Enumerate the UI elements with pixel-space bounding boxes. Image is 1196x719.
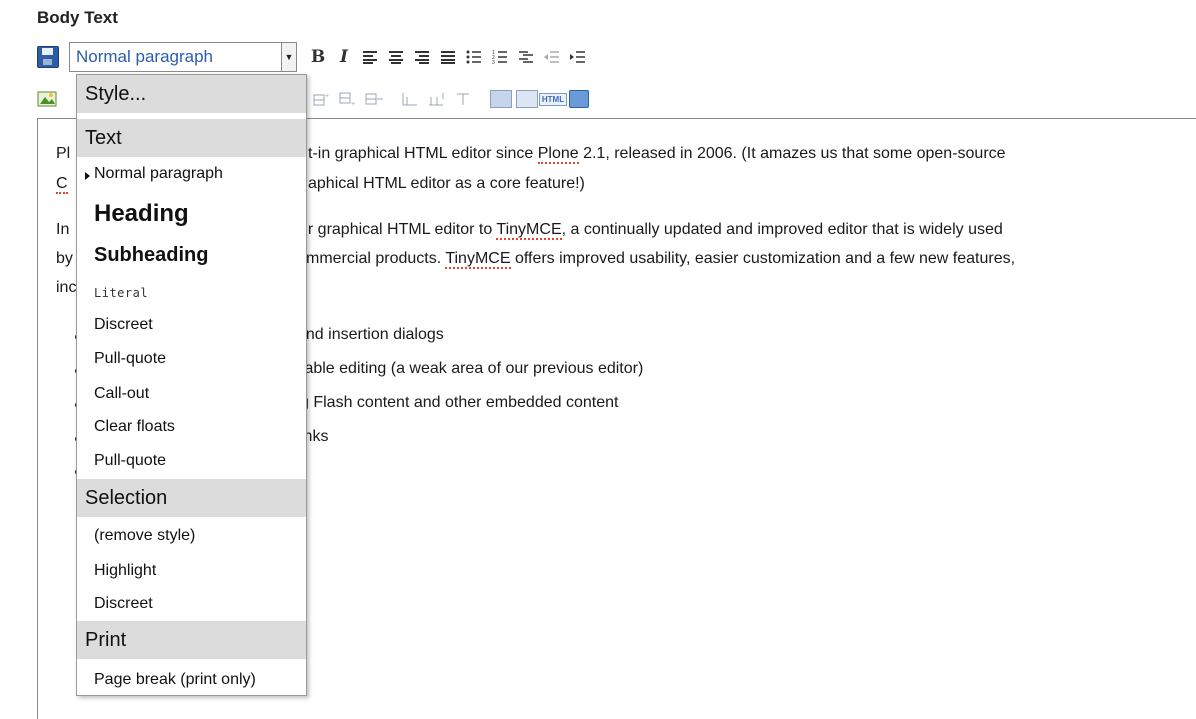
menu-item-clear-floats[interactable]: Clear floats: [94, 418, 175, 436]
editor-text-line-3: ur graphical HTML editor to TinyMCE, a c…: [299, 221, 1003, 240]
editor-text-line-1-start: Pl: [56, 145, 71, 162]
menu-item-literal[interactable]: Literal: [94, 286, 148, 300]
align-center-icon[interactable]: [385, 45, 407, 69]
menu-item-subheading[interactable]: Subheading: [94, 244, 208, 267]
field-label: Body Text: [37, 8, 118, 27]
menu-item-pull-quote[interactable]: Pull-quote: [94, 350, 166, 368]
bold-button[interactable]: B: [307, 45, 329, 69]
table-col-before-icon[interactable]: [400, 87, 422, 111]
outdent-icon[interactable]: [541, 45, 563, 69]
indent-icon[interactable]: [567, 45, 589, 69]
menu-item-normal-paragraph[interactable]: Normal paragraph: [85, 165, 223, 183]
numbered-list-icon[interactable]: 123: [489, 45, 511, 69]
table-delete-col-icon[interactable]: [452, 87, 474, 111]
definition-list-icon[interactable]: [515, 45, 537, 69]
menu-item-page-break[interactable]: Page break (print only): [94, 671, 256, 689]
style-dropdown-menu: Style... Text Normal paragraph Heading S…: [76, 74, 307, 696]
table-col-after-icon[interactable]: [426, 87, 448, 111]
html-source-button[interactable]: HTML: [538, 87, 568, 111]
menu-section-selection: Selection: [77, 479, 306, 517]
bullet-item-1: and insertion dialogs: [297, 326, 444, 343]
bullet-item-2: table editing (a weak area of our previo…: [300, 360, 644, 377]
menu-item-call-out[interactable]: Call-out: [94, 385, 149, 403]
insert-image-icon[interactable]: [37, 89, 57, 109]
table-row-after-icon[interactable]: +: [338, 87, 360, 111]
menu-item-discreet-selection[interactable]: Discreet: [94, 595, 153, 613]
selected-marker-icon: [85, 172, 90, 180]
svg-text:+: +: [325, 93, 329, 100]
editor-text-line-1: t-in graphical HTML editor since Plone 2…: [308, 145, 1006, 164]
align-right-icon[interactable]: [411, 45, 433, 69]
style-select[interactable]: Normal paragraph ▼: [69, 42, 297, 72]
menu-section-print: Print: [77, 621, 306, 659]
table-icon[interactable]: [490, 87, 512, 111]
svg-text:3: 3: [492, 60, 495, 64]
save-icon[interactable]: [37, 46, 59, 68]
menu-item-remove-style[interactable]: (remove style): [94, 527, 195, 545]
align-justify-icon[interactable]: [437, 45, 459, 69]
editor-text-line-4: mmercial products. TinyMCE offers improv…: [306, 250, 1016, 269]
editor-text-line-3-start: In: [56, 221, 70, 238]
menu-section-text: Text: [77, 119, 306, 157]
menu-item-pull-quote-2[interactable]: Pull-quote: [94, 452, 166, 470]
editor-toolbar-row-2: [37, 84, 57, 114]
menu-header-style[interactable]: Style...: [77, 75, 306, 113]
align-left-icon[interactable]: [359, 45, 381, 69]
menu-item-heading[interactable]: Heading: [94, 200, 189, 228]
editor-text-line-2-start: C: [56, 175, 68, 194]
italic-button[interactable]: I: [333, 45, 355, 69]
editor-text-line-2: aphical HTML editor as a core feature!): [308, 175, 585, 192]
table-delete-row-icon[interactable]: [364, 87, 386, 111]
editor-text-line-5-start: inc: [56, 279, 77, 296]
editor-toolbar-row-1: Normal paragraph ▼ B I 123: [37, 42, 589, 72]
style-select-value: Normal paragraph: [76, 47, 214, 66]
editor-toolbar-row-2-visible: + + HTML: [308, 84, 590, 114]
menu-item-highlight[interactable]: Highlight: [94, 562, 156, 580]
bullet-item-3: g Flash content and other embedded conte…: [300, 394, 619, 411]
chevron-down-icon[interactable]: ▼: [281, 43, 296, 71]
menu-item-discreet[interactable]: Discreet: [94, 316, 153, 334]
fullscreen-icon[interactable]: [568, 87, 590, 111]
editor-text-line-4-start: by: [56, 250, 73, 267]
table-row-before-icon[interactable]: +: [312, 87, 334, 111]
table-props-icon[interactable]: [516, 87, 538, 111]
svg-text:+: +: [351, 101, 355, 107]
bullet-list-icon[interactable]: [463, 45, 485, 69]
